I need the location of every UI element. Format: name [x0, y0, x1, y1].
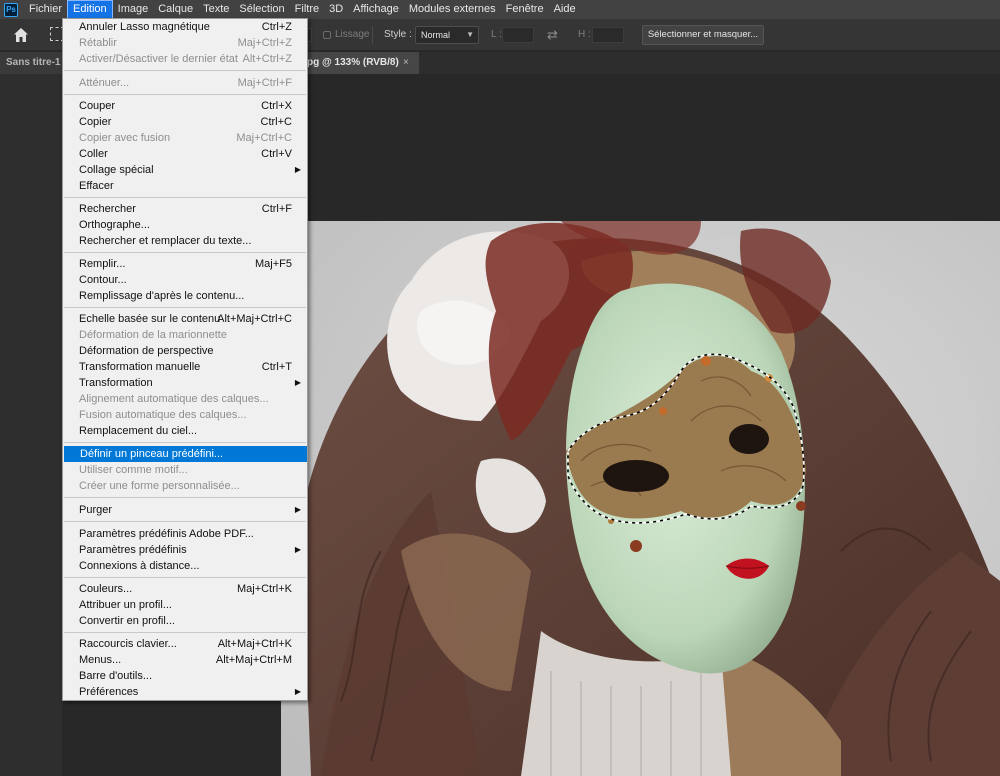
menu-separator [64, 252, 306, 253]
menu-item-contour[interactable]: Contour... [63, 272, 307, 288]
submenu-arrow-icon: ▶ [294, 505, 301, 514]
menu-item-remplacement-ciel[interactable]: Remplacement du ciel... [63, 423, 307, 439]
menu-separator [64, 94, 306, 95]
chevron-down-icon: ▼ [466, 30, 474, 39]
menu-item-couleurs[interactable]: Couleurs... Maj+Ctrl+K [63, 581, 307, 597]
document-image[interactable] [281, 221, 1000, 776]
menu-image[interactable]: Image [113, 0, 154, 19]
menu-separator [64, 632, 306, 633]
menu-item-menus[interactable]: Menus... Alt+Maj+Ctrl+M [63, 652, 307, 668]
close-icon[interactable]: × [403, 52, 409, 74]
menu-item-copier[interactable]: Copier Ctrl+C [63, 114, 307, 130]
photoshop-logo-icon[interactable]: Ps [4, 2, 18, 17]
menu-separator [64, 442, 306, 443]
menu-texte[interactable]: Texte [198, 0, 234, 19]
menu-separator [64, 197, 306, 198]
menu-item-activer-dernier-etat[interactable]: Activer/Désactiver le dernier état Alt+Ct… [63, 51, 307, 67]
menu-item-echelle-contenu[interactable]: Echelle basée sur le contenu Alt+Maj+Ctrl… [63, 311, 307, 327]
menu-item-couper[interactable]: Couper Ctrl+X [63, 98, 307, 114]
submenu-arrow-icon: ▶ [294, 165, 301, 174]
tab-active-label: pg @ 133% (RVB/8) [307, 57, 399, 68]
menu-item-barre-outils[interactable]: Barre d'outils... [63, 668, 307, 684]
menu-filtre[interactable]: Filtre [290, 0, 324, 19]
menu-selection[interactable]: Sélection [234, 0, 289, 19]
menu-item-connexions-distance[interactable]: Connexions à distance... [63, 558, 307, 574]
menu-item-retablir[interactable]: Rétablir Maj+Ctrl+Z [63, 35, 307, 51]
menu-separator [64, 307, 306, 308]
submenu-arrow-icon: ▶ [294, 378, 301, 387]
menu-item-rechercher[interactable]: Rechercher Ctrl+F [63, 201, 307, 217]
menu-item-parametres-predefinis[interactable]: Paramètres prédéfinis ▶ [63, 542, 307, 558]
menu-edition[interactable]: Edition [67, 0, 113, 19]
menu-item-creer-forme[interactable]: Créer une forme personnalisée... [63, 478, 307, 494]
submenu-arrow-icon: ▶ [294, 687, 301, 696]
menu-separator [64, 577, 306, 578]
home-icon[interactable] [12, 26, 30, 44]
tools-panel [0, 74, 62, 776]
height-label: H : [578, 29, 591, 40]
menu-item-transformation-manuelle[interactable]: Transformation manuelle Ctrl+T [63, 359, 307, 375]
menu-separator [64, 497, 306, 498]
select-and-mask-button[interactable]: Sélectionner et masquer... [642, 25, 764, 45]
menu-item-remplissage-contenu[interactable]: Remplissage d'après le contenu... [63, 288, 307, 304]
menu-separator [64, 70, 306, 71]
menu-calque[interactable]: Calque [153, 0, 198, 19]
height-field[interactable] [592, 27, 624, 43]
options-divider [372, 26, 373, 44]
style-select[interactable]: Normal ▼ [415, 26, 479, 44]
menu-item-utiliser-motif[interactable]: Utiliser comme motif... [63, 462, 307, 478]
swap-icon[interactable]: ⇄ [547, 27, 558, 43]
width-field[interactable] [502, 27, 534, 43]
menu-item-collage-special[interactable]: Collage spécial ▶ [63, 162, 307, 178]
menu-fichier[interactable]: Fichier [24, 0, 67, 19]
menu-affichage[interactable]: Affichage [348, 0, 404, 19]
menu-item-annuler[interactable]: Annuler Lasso magnétique Ctrl+Z [63, 19, 307, 35]
menu-item-rechercher-remplacer[interactable]: Rechercher et remplacer du texte... [63, 233, 307, 249]
menu-item-purger[interactable]: Purger ▶ [63, 502, 307, 518]
menu-item-fusion-calques[interactable]: Fusion automatique des calques... [63, 407, 307, 423]
menu-item-deformation-marionnette[interactable]: Déformation de la marionnette [63, 327, 307, 343]
menu-item-deformation-perspective[interactable]: Déformation de perspective [63, 343, 307, 359]
style-value: Normal [421, 30, 451, 40]
lissage-checkbox[interactable] [323, 31, 331, 39]
submenu-arrow-icon: ▶ [294, 545, 301, 554]
menu-separator [64, 521, 306, 522]
menu-item-copier-fusion[interactable]: Copier avec fusion Maj+Ctrl+C [63, 130, 307, 146]
menu-modules-externes[interactable]: Modules externes [404, 0, 501, 19]
menu-item-attenuer[interactable]: Atténuer... Maj+Ctrl+F [63, 75, 307, 91]
lissage-label: Lissage [335, 29, 370, 40]
menu-aide[interactable]: Aide [549, 0, 581, 19]
tab-sans-titre[interactable]: Sans titre-1 @ [0, 52, 62, 74]
menu-item-alignement-calques[interactable]: Alignement automatique des calques... [63, 391, 307, 407]
menu-item-effacer[interactable]: Effacer [63, 178, 307, 194]
menu-item-coller[interactable]: Coller Ctrl+V [63, 146, 307, 162]
menu-item-attribuer-profil[interactable]: Attribuer un profil... [63, 597, 307, 613]
width-label: L : [491, 29, 502, 40]
tab-active-document[interactable]: pg @ 133% (RVB/8) × [307, 52, 419, 74]
menu-item-preferences[interactable]: Préférences ▶ [63, 684, 307, 700]
menu-item-definir-pinceau[interactable]: Définir un pinceau prédéfini... [64, 446, 307, 462]
menu-3d[interactable]: 3D [324, 0, 348, 19]
menu-bar: Ps Fichier Edition Image Calque Texte Sé… [0, 0, 1000, 19]
menu-item-remplir[interactable]: Remplir... Maj+F5 [63, 256, 307, 272]
menu-item-parametres-pdf[interactable]: Paramètres prédéfinis Adobe PDF... [63, 526, 307, 542]
edition-menu: Annuler Lasso magnétique Ctrl+Z Rétablir M… [62, 18, 308, 701]
menu-item-raccourcis-clavier[interactable]: Raccourcis clavier... Alt+Maj+Ctrl+K [63, 636, 307, 652]
menu-item-convertir-profil[interactable]: Convertir en profil... [63, 613, 307, 629]
menu-item-orthographe[interactable]: Orthographe... [63, 217, 307, 233]
menu-fenetre[interactable]: Fenêtre [501, 0, 549, 19]
style-label: Style : [384, 29, 412, 40]
menu-item-transformation[interactable]: Transformation ▶ [63, 375, 307, 391]
